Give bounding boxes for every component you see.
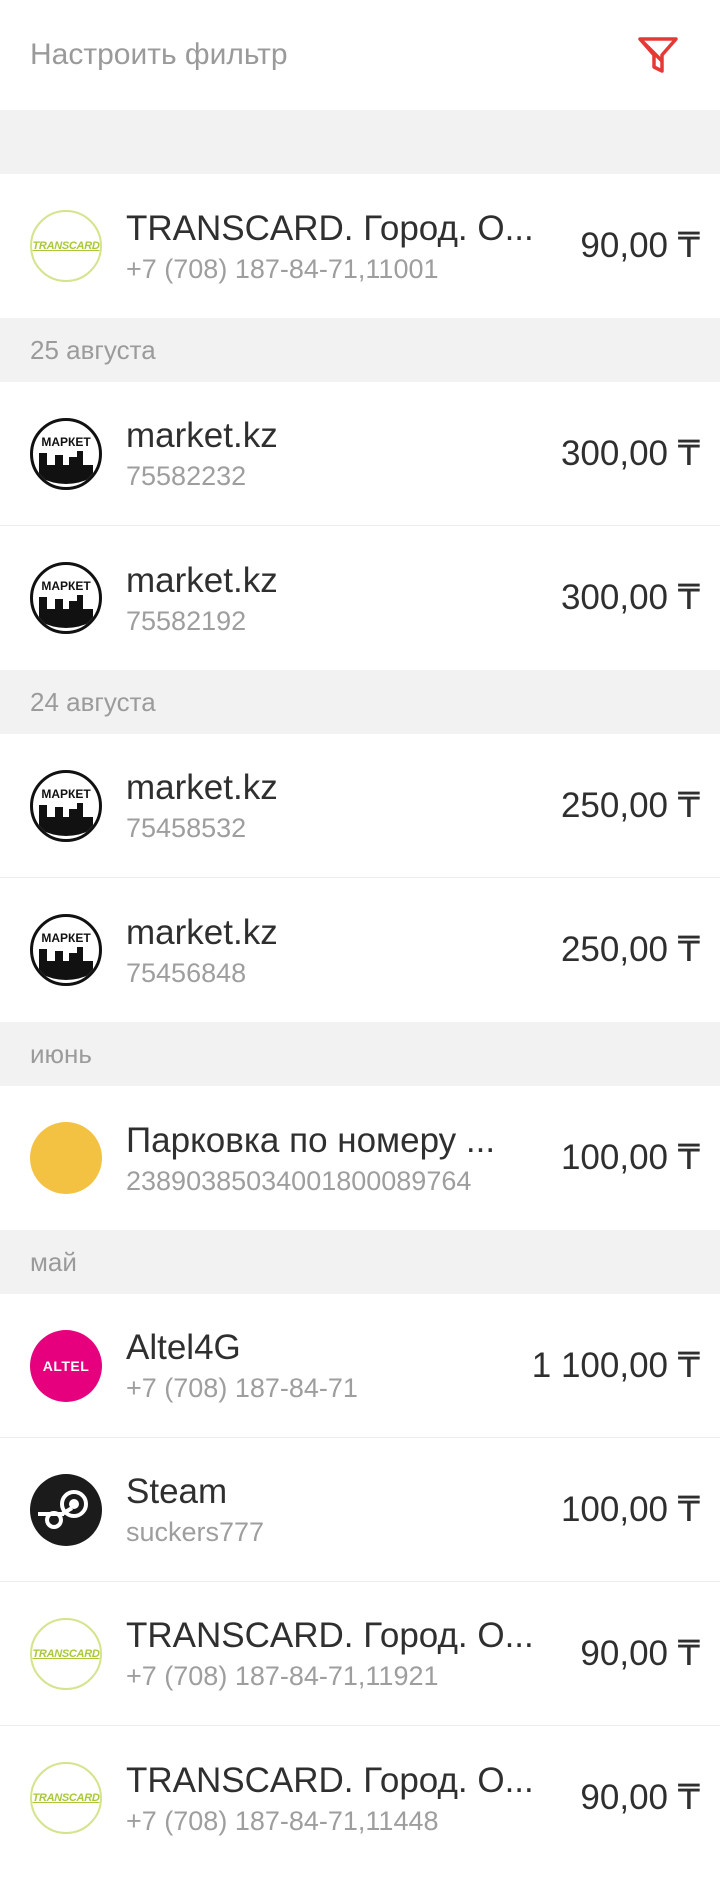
logo-text: МАРКЕТ bbox=[41, 931, 91, 945]
transaction-row[interactable]: ALTEL Altel4G +7 (708) 187-84-71 1 100,00 ₸ bbox=[0, 1294, 720, 1438]
altel-logo: ALTEL bbox=[30, 1329, 102, 1402]
transaction-subtitle: +7 (708) 187-84-71,11448 bbox=[126, 1805, 439, 1836]
transaction-title: TRANSCARD. Город. О... bbox=[126, 1760, 534, 1800]
transaction-subtitle: 75456848 bbox=[126, 957, 247, 988]
logo-text: ALTEL bbox=[42, 1357, 90, 1374]
section-spacer bbox=[0, 110, 720, 174]
transaction-title: TRANSCARD. Город. О... bbox=[126, 1616, 534, 1655]
transaction-texts: TRANSCARD. Город. О... +7 (708) 187-84-71… bbox=[126, 1760, 570, 1837]
transcard-logo: TRANSCARD bbox=[30, 210, 102, 282]
transaction-row[interactable]: МАРКЕТ market.kz 75456848 250,00 ₸ bbox=[0, 878, 720, 1022]
transaction-title: market.kz bbox=[126, 912, 278, 952]
transaction-row[interactable]: TRANSCARD TRANSCARD. Город. О... +7 (708) … bbox=[0, 1726, 720, 1870]
transaction-amount: 300,00 ₸ bbox=[560, 433, 700, 473]
market-logo: МАРКЕТ bbox=[30, 562, 102, 634]
transaction-title: market.kz bbox=[126, 416, 278, 455]
transaction-title: Парковка по номеру ... bbox=[126, 1120, 496, 1160]
transaction-subtitle: +7 (708) 187-84-71,11921 bbox=[126, 1661, 439, 1691]
transaction-amount: 90,00 ₸ bbox=[580, 1633, 700, 1673]
filter-label: Настроить фильтр bbox=[30, 38, 288, 71]
transaction-texts: market.kz 75456848 bbox=[126, 912, 551, 989]
transaction-row[interactable]: МАРКЕТ market.kz 75582232 300,00 ₸ bbox=[0, 382, 720, 526]
logo-text: МАРКЕТ bbox=[41, 435, 91, 449]
transaction-row[interactable]: МАРКЕТ market.kz 75582192 300,00 ₸ bbox=[0, 526, 720, 670]
transaction-texts: market.kz 75582232 bbox=[126, 415, 551, 492]
market-logo: МАРКЕТ bbox=[30, 914, 102, 986]
transaction-texts: market.kz 75458532 bbox=[126, 767, 551, 844]
transaction-texts: market.kz 75582192 bbox=[126, 560, 551, 637]
transaction-list: TRANSCARD TRANSCARD. Город. О... +7 (708) … bbox=[0, 110, 720, 1870]
transaction-subtitle: 23890385034001800089764 bbox=[126, 1165, 472, 1196]
date-header: 25 августа bbox=[0, 318, 720, 382]
logo-text: TRANSCARD bbox=[32, 1792, 100, 1804]
logo-text: TRANSCARD bbox=[32, 1647, 100, 1660]
transaction-amount: 250,00 ₸ bbox=[560, 930, 700, 969]
logo-text: МАРКЕТ bbox=[41, 579, 91, 593]
transaction-title: market.kz bbox=[126, 560, 278, 600]
transaction-amount: 1 100,00 ₸ bbox=[531, 1345, 700, 1385]
date-header: июнь bbox=[0, 1022, 720, 1086]
parking-logo bbox=[30, 1122, 102, 1194]
transaction-title: TRANSCARD. Город. О... bbox=[126, 208, 534, 248]
transaction-amount: 300,00 ₸ bbox=[560, 578, 700, 617]
filter-bar[interactable]: Настроить фильтр bbox=[0, 0, 720, 110]
market-logo: МАРКЕТ bbox=[30, 417, 102, 490]
transcard-logo: TRANSCARD bbox=[30, 1617, 102, 1690]
transaction-title: market.kz bbox=[126, 768, 278, 807]
steam-logo bbox=[30, 1473, 102, 1546]
transaction-row[interactable]: TRANSCARD TRANSCARD. Город. О... +7 (708) … bbox=[0, 174, 720, 318]
market-logo: МАРКЕТ bbox=[30, 769, 102, 842]
date-header: май bbox=[0, 1230, 720, 1294]
transaction-row[interactable]: Парковка по номеру ... 238903850340018000… bbox=[0, 1086, 720, 1230]
transaction-amount: 90,00 ₸ bbox=[580, 226, 700, 265]
transaction-amount: 100,00 ₸ bbox=[560, 1489, 700, 1529]
transcard-logo: TRANSCARD bbox=[30, 1762, 102, 1834]
transaction-texts: TRANSCARD. Город. О... +7 (708) 187-84-71… bbox=[126, 1615, 570, 1692]
transaction-subtitle: 75582232 bbox=[126, 461, 247, 491]
transaction-amount: 100,00 ₸ bbox=[560, 1138, 700, 1177]
transaction-subtitle: suckers777 bbox=[126, 1517, 265, 1547]
transaction-row[interactable]: TRANSCARD TRANSCARD. Город. О... +7 (708) … bbox=[0, 1582, 720, 1726]
transaction-subtitle: +7 (708) 187-84-71,11001 bbox=[126, 253, 439, 284]
filter-icon[interactable] bbox=[636, 33, 680, 77]
transaction-subtitle: 75458532 bbox=[126, 813, 247, 843]
transaction-texts: TRANSCARD. Город. О... +7 (708) 187-84-71… bbox=[126, 208, 570, 285]
transaction-row[interactable]: Steam suckers777 100,00 ₸ bbox=[0, 1438, 720, 1582]
transaction-title: Steam bbox=[126, 1472, 228, 1511]
transaction-subtitle: 75582192 bbox=[126, 605, 247, 636]
transaction-amount: 90,00 ₸ bbox=[580, 1778, 700, 1817]
transaction-subtitle: +7 (708) 187-84-71 bbox=[126, 1373, 358, 1403]
date-header: 24 августа bbox=[0, 670, 720, 734]
transaction-row[interactable]: МАРКЕТ market.kz 75458532 250,00 ₸ bbox=[0, 734, 720, 878]
transaction-texts: Парковка по номеру ... 238903850340018000… bbox=[126, 1120, 551, 1197]
logo-text: TRANSCARD bbox=[32, 240, 100, 252]
transaction-texts: Altel4G +7 (708) 187-84-71 bbox=[126, 1327, 522, 1404]
transaction-amount: 250,00 ₸ bbox=[560, 785, 700, 825]
transaction-texts: Steam suckers777 bbox=[126, 1471, 551, 1548]
logo-text: МАРКЕТ bbox=[41, 787, 91, 801]
transaction-title: Altel4G bbox=[126, 1328, 241, 1367]
